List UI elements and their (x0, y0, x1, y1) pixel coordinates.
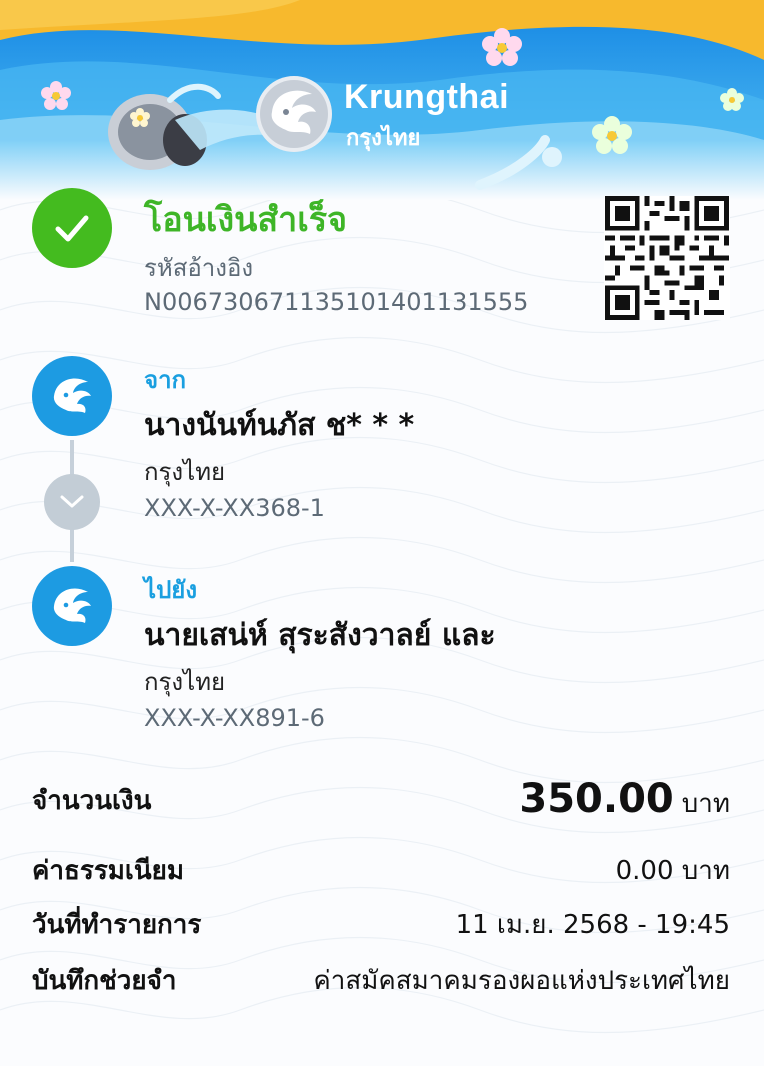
transfer-direction-indicator (44, 474, 100, 530)
brand-name-th: กรุงไทย (346, 126, 421, 151)
brand-name-en: Krungthai (344, 78, 510, 116)
amount-value: 350.00 (519, 776, 674, 822)
from-bank: กรุงไทย (144, 458, 226, 486)
fee-label: ค่าธรรมเนียม (32, 856, 184, 886)
to-label: ไปยัง (144, 576, 198, 604)
to-bank: กรุงไทย (144, 668, 226, 696)
amount-unit: บาท (681, 789, 730, 819)
krungthai-bird-logo-icon (53, 378, 91, 413)
from-bank-avatar (32, 356, 112, 436)
memo-value: ค่าสมัคสมาคมรองผอแห่งประเทศไทย (313, 966, 730, 996)
from-account: XXX-X-XX368-1 (144, 494, 325, 522)
amount-value-group: 350.00 บาท (519, 776, 730, 824)
success-status-icon (32, 188, 112, 268)
reference-label: รหัสอ้างอิง (144, 254, 254, 282)
to-account: XXX-X-XX891-6 (144, 704, 325, 732)
qr-code[interactable] (604, 196, 730, 320)
check-icon (55, 215, 89, 242)
krungthai-bird-logo-icon (53, 588, 91, 623)
reference-number: N006730671135101401131555 (144, 288, 529, 316)
from-label: จาก (144, 366, 187, 394)
header-banner: Krungthai กรุงไทย (0, 0, 764, 200)
from-name: นางนันท์นภัส ช* * * (144, 408, 415, 443)
fee-value: 0.00 บาท (615, 856, 730, 886)
amount-label: จำนวนเงิน (32, 786, 152, 816)
status-title: โอนเงินสำเร็จ (144, 200, 348, 240)
date-value: 11 เม.ย. 2568 - 19:45 (455, 910, 730, 940)
brand-lockup: Krungthai กรุงไทย (254, 72, 554, 162)
to-bank-avatar (32, 566, 112, 646)
krungthai-bird-logo-icon (256, 76, 332, 152)
date-label: วันที่ทำรายการ (32, 910, 202, 940)
memo-label: บันทึกช่วยจำ (32, 966, 177, 996)
chevron-down-icon (60, 495, 84, 508)
to-name: นายเสน่ห์ สุระสังวาลย์ และ (144, 618, 496, 653)
